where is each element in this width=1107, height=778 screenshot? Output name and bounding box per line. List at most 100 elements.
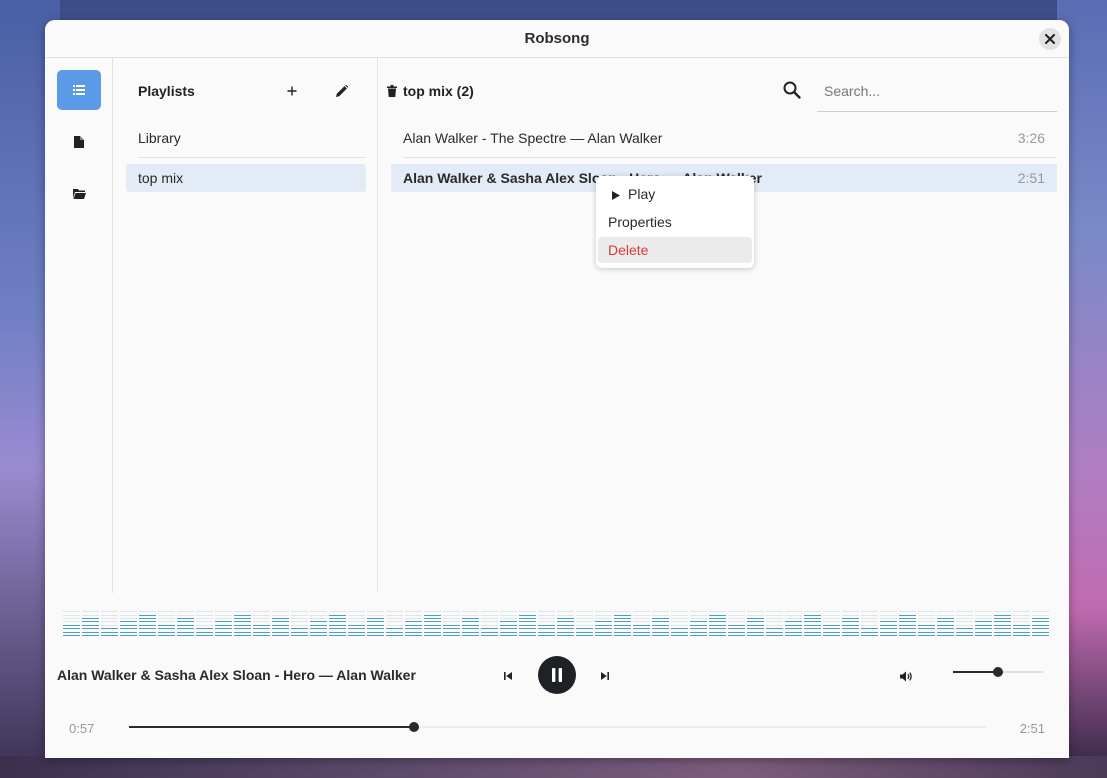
- volume-button[interactable]: [895, 666, 917, 686]
- visualizer-segment: [291, 614, 308, 616]
- visualizer-segment: [424, 624, 441, 626]
- visualizer-segment: [234, 618, 251, 619]
- visualizer-segment: [785, 624, 802, 626]
- visualizer-segment: [937, 618, 954, 619]
- visualizer-bar: [405, 610, 422, 638]
- add-playlist-button[interactable]: [280, 80, 304, 102]
- visualizer-segment: [462, 628, 479, 630]
- visualizer-segment: [310, 611, 327, 613]
- visualizer-bar: [196, 610, 213, 638]
- playlist-item-top-mix[interactable]: top mix: [126, 164, 366, 192]
- visualizer-segment: [728, 621, 745, 623]
- visualizer-segment: [139, 624, 156, 626]
- context-menu-play[interactable]: Play: [598, 181, 752, 207]
- visualizer-segment: [785, 621, 802, 623]
- search-icon: [783, 81, 801, 99]
- visualizer-segment: [538, 624, 555, 626]
- visualizer-segment: [728, 631, 745, 633]
- visualizer-segment: [272, 621, 289, 623]
- play-pause-button[interactable]: [538, 656, 576, 694]
- visualizer-segment: [709, 611, 726, 613]
- visualizer-segment: [1013, 628, 1030, 630]
- visualizer-segment: [443, 624, 460, 626]
- previous-track-button[interactable]: [498, 666, 518, 686]
- visualizer-segment: [291, 631, 308, 633]
- visualizer-segment: [633, 631, 650, 633]
- visualizer-segment: [690, 628, 707, 630]
- visualizer-segment: [1032, 611, 1049, 613]
- visualizer-segment: [405, 621, 422, 623]
- visualizer-segment: [234, 628, 251, 630]
- visualizer-segment: [405, 611, 422, 613]
- visualizer-bar: [956, 610, 973, 638]
- visualizer-segment: [177, 624, 194, 626]
- visualizer-segment: [386, 631, 403, 633]
- volume-slider[interactable]: [953, 667, 1043, 677]
- visualizer-segment: [272, 628, 289, 630]
- visualizer-segment: [918, 621, 935, 623]
- visualizer-bar: [253, 610, 270, 638]
- visualizer-segment: [595, 635, 612, 636]
- visualizer-segment: [443, 628, 460, 630]
- visualizer-segment: [196, 624, 213, 626]
- visualizer-segment: [310, 635, 327, 636]
- context-menu-delete[interactable]: Delete: [598, 237, 752, 263]
- rail-playlists-button[interactable]: [57, 70, 101, 110]
- visualizer-segment: [747, 631, 764, 633]
- next-track-button[interactable]: [595, 666, 615, 686]
- visualizer-segment: [785, 628, 802, 630]
- visualizer-segment: [709, 618, 726, 619]
- visualizer-bar: [519, 610, 536, 638]
- visualizer-segment: [1013, 621, 1030, 623]
- visualizer-segment: [253, 611, 270, 613]
- visualizer-segment: [614, 624, 631, 626]
- visualizer-segment: [63, 614, 80, 616]
- visualizer-segment: [215, 631, 232, 633]
- visualizer-segment: [671, 611, 688, 613]
- visualizer-segment: [709, 624, 726, 626]
- visualizer-segment: [120, 624, 137, 626]
- visualizer-segment: [880, 614, 897, 616]
- visualizer-segment: [158, 621, 175, 623]
- visualizer-segment: [215, 621, 232, 623]
- track-row[interactable]: Alan Walker - The Spectre — Alan Walker …: [391, 124, 1057, 152]
- search-input[interactable]: [817, 70, 1057, 112]
- visualizer-segment: [766, 614, 783, 616]
- visualizer-segment: [272, 618, 289, 619]
- visualizer-bar: [272, 610, 289, 638]
- volume-handle[interactable]: [993, 667, 1003, 677]
- seek-bar[interactable]: [129, 722, 986, 732]
- visualizer-bar: [1032, 610, 1049, 638]
- visualizer-segment: [1032, 628, 1049, 630]
- context-menu-label: Properties: [608, 214, 672, 230]
- visualizer-segment: [652, 631, 669, 633]
- playlist-item-library[interactable]: Library: [126, 124, 366, 152]
- visualizer-bar: [918, 610, 935, 638]
- visualizer-segment: [177, 611, 194, 613]
- visualizer-segment: [405, 618, 422, 619]
- visualizer-segment: [253, 614, 270, 616]
- visualizer-segment: [842, 635, 859, 636]
- visualizer-segment: [576, 631, 593, 633]
- seek-handle[interactable]: [409, 722, 420, 732]
- visualizer-segment: [101, 621, 118, 623]
- visualizer-segment: [861, 618, 878, 619]
- visualizer-segment: [329, 628, 346, 630]
- context-menu-properties[interactable]: Properties: [598, 209, 752, 235]
- rename-playlist-button[interactable]: [330, 80, 354, 102]
- rail-file-button[interactable]: [57, 122, 101, 162]
- visualizer-bar: [177, 610, 194, 638]
- search-button[interactable]: [782, 80, 806, 104]
- visualizer-segment: [538, 635, 555, 636]
- visualizer-segment: [82, 631, 99, 633]
- visualizer-segment: [804, 614, 821, 616]
- visualizer-segment: [538, 611, 555, 613]
- visualizer-segment: [576, 628, 593, 630]
- visualizer-segment: [557, 631, 574, 633]
- visualizer-segment: [842, 628, 859, 630]
- visualizer-segment: [500, 628, 517, 630]
- visualizer-segment: [937, 628, 954, 630]
- visualizer-segment: [652, 628, 669, 630]
- rail-folder-button[interactable]: [57, 174, 101, 214]
- close-button[interactable]: [1039, 28, 1061, 50]
